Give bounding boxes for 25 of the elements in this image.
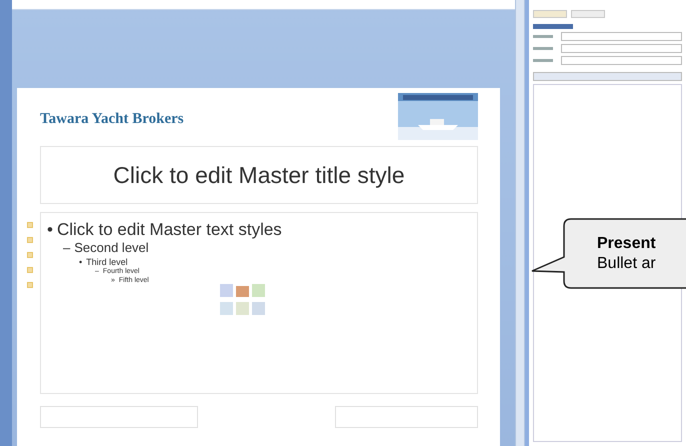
bullet-mark: • [47,219,53,240]
callout-text: Bullet ar [597,254,656,274]
dropdown-field[interactable] [561,44,682,53]
field-label [533,59,553,62]
section-header [533,24,573,29]
title-field[interactable]: Click to edit Master title style [40,146,478,204]
field-label [533,35,553,38]
text-level: Second level [74,240,149,256]
callout-title: Present [597,234,656,254]
bullet-mark: • [79,256,82,268]
bullet-mark: – [63,240,70,256]
scrollbar[interactable] [515,0,525,446]
dropdown-field[interactable] [561,32,682,41]
level-marker-icon [27,222,33,228]
animation-list[interactable] [533,84,682,442]
level-marker-icon [27,282,33,288]
level-marker-icon [27,237,33,243]
content-icons-drawing [219,283,267,317]
level-marker-icon [27,252,33,258]
text-level: Third level [86,256,128,268]
text-level: Click to edit Master text styles [56,219,282,240]
level-marker-icon [27,267,33,273]
dropdown-field[interactable] [561,56,682,65]
company-name: Tawara Yacht Brokers [40,110,184,130]
field-label [533,47,553,50]
